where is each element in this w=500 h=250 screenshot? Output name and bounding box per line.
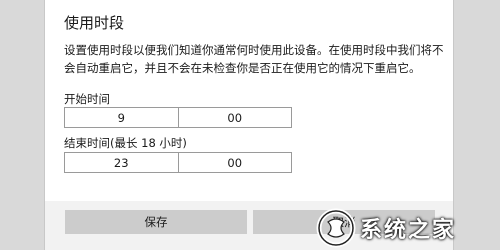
- end-hour-field[interactable]: 23: [65, 153, 178, 172]
- description-line-2: 会自动重启它，并且不会在未检查你是否正在使用它的情况下重启它。: [64, 61, 421, 75]
- end-minute-field[interactable]: 00: [177, 153, 292, 172]
- end-time-label: 结束时间(最长 18 小时): [64, 136, 187, 150]
- description-line-1: 设置使用时段以便我们知道你通常何时使用此设备。在使用时段中我们将不: [64, 43, 444, 57]
- dialog-description: 设置使用时段以便我们知道你通常何时使用此设备。在使用时段中我们将不 会自动重启它…: [64, 41, 444, 77]
- end-time-picker[interactable]: 23 00: [64, 152, 292, 173]
- start-time-label: 开始时间: [64, 92, 110, 106]
- watermark-text: 系统之家: [360, 217, 457, 243]
- watermark-logo-icon: [316, 208, 356, 247]
- save-button[interactable]: 保存: [65, 210, 247, 234]
- start-hour-field[interactable]: 9: [65, 108, 178, 127]
- start-time-picker[interactable]: 9 00: [64, 107, 292, 128]
- start-minute-field[interactable]: 00: [177, 108, 292, 127]
- site-watermark: 系统之家: [316, 205, 500, 250]
- dialog-title: 使用时段: [64, 14, 125, 32]
